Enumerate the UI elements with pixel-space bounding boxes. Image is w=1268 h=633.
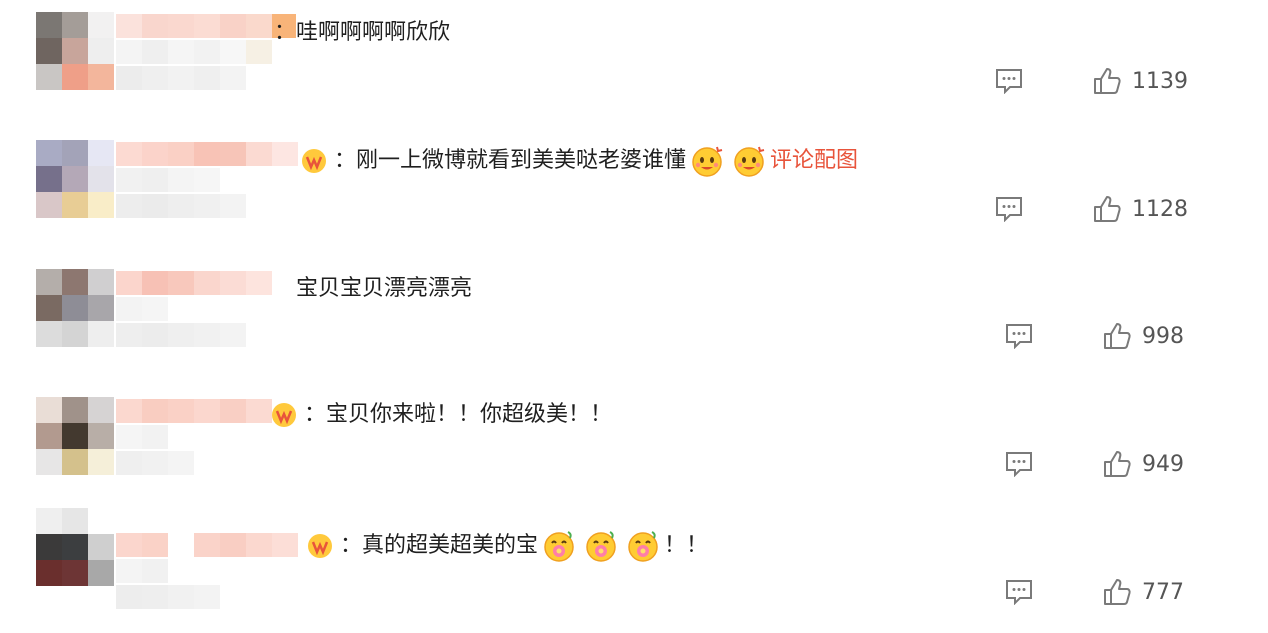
- like-button[interactable]: 1128: [1092, 194, 1188, 224]
- avatar[interactable]: [36, 397, 114, 475]
- comment-text-content: ：刚一上微博就看到美美哒老婆谁懂: [334, 148, 687, 173]
- avatar[interactable]: [36, 140, 114, 218]
- comment-actions: 1139: [968, 66, 1268, 98]
- comment-item: ：哇啊啊啊啊欣欣 1139: [0, 0, 1268, 128]
- thumbs-up-icon: [1104, 451, 1131, 477]
- comment-text: ：宝贝你来啦！！你超级美！！: [270, 401, 612, 429]
- meta-blurred: [116, 559, 168, 583]
- comment-text: ：真的超美超美的宝 ！！: [306, 529, 708, 563]
- reply-button[interactable]: [1004, 579, 1034, 606]
- comment-text-content: ：宝贝你来啦！！你超级美！！: [304, 402, 613, 427]
- thumbs-up-icon: [1094, 68, 1121, 94]
- thumbs-up-icon: [1094, 196, 1121, 222]
- username-blurred[interactable]: [116, 142, 298, 166]
- reply-button[interactable]: [994, 68, 1024, 95]
- username-blurred[interactable]: [116, 399, 272, 423]
- meta-blurred: [116, 297, 168, 321]
- username-blurred[interactable]: [116, 533, 298, 557]
- comment-icon: [1006, 324, 1032, 350]
- like-count: 1139: [1132, 68, 1188, 94]
- comment-icon: [996, 69, 1022, 95]
- comment-actions: 949: [968, 449, 1268, 481]
- comment-actions: 998: [968, 321, 1268, 353]
- comment-actions: 777: [968, 577, 1268, 609]
- comment-icon: [1006, 580, 1032, 606]
- emoji-icon: [692, 146, 723, 177]
- emoji-icon: [628, 531, 658, 562]
- avatar[interactable]: [36, 269, 114, 347]
- comment-actions: 1128: [968, 194, 1268, 226]
- comment-text-content: ：真的超美超美的宝: [340, 533, 539, 558]
- comment-item: ：刚一上微博就看到美美哒老婆谁懂 评论配图 1128: [0, 128, 1268, 256]
- comment-item: ：宝贝你来啦！！你超级美！！ 949: [0, 385, 1268, 513]
- like-button[interactable]: 777: [1102, 577, 1184, 607]
- like-count: 777: [1142, 579, 1184, 605]
- meta-blurred: [116, 585, 220, 609]
- reply-button[interactable]: [1004, 323, 1034, 350]
- like-count: 1128: [1132, 196, 1188, 222]
- comment-item: 宝贝宝贝漂亮漂亮 998: [0, 257, 1268, 385]
- comment-text: ：哇啊啊啊啊欣欣: [274, 19, 450, 47]
- comment-text-suffix: ！！: [664, 533, 709, 558]
- comment-image-link[interactable]: 评论配图: [770, 148, 858, 173]
- vip-badge-icon: [308, 534, 332, 558]
- like-count: 998: [1142, 323, 1184, 349]
- thumbs-up-icon: [1104, 579, 1131, 605]
- meta-blurred: [116, 66, 246, 90]
- thumbs-up-icon: [1104, 323, 1131, 349]
- like-button[interactable]: 949: [1102, 449, 1184, 479]
- emoji-icon: [586, 531, 616, 562]
- meta-blurred: [116, 168, 220, 192]
- avatar[interactable]: [36, 12, 114, 90]
- meta-blurred: [116, 323, 246, 347]
- comment-icon: [1006, 452, 1032, 478]
- vip-badge-icon: [272, 403, 296, 427]
- comment-text-content: ：哇啊啊啊啊欣欣: [274, 20, 451, 45]
- reply-button[interactable]: [1004, 451, 1034, 478]
- like-button[interactable]: 998: [1102, 321, 1184, 351]
- reply-button[interactable]: [994, 196, 1024, 223]
- comment-text: ：刚一上微博就看到美美哒老婆谁懂 评论配图: [300, 144, 858, 178]
- meta-blurred: [116, 40, 272, 64]
- like-count: 949: [1142, 451, 1184, 477]
- avatar[interactable]: [36, 508, 114, 586]
- comment-text-content: 宝贝宝贝漂亮漂亮: [296, 276, 473, 301]
- comment-text: 宝贝宝贝漂亮漂亮: [296, 275, 472, 303]
- comment-item: ：真的超美超美的宝 ！！ 777: [0, 505, 1268, 633]
- meta-blurred: [116, 425, 168, 449]
- username-blurred[interactable]: [116, 14, 296, 38]
- comment-icon: [996, 197, 1022, 223]
- meta-blurred: [116, 451, 194, 475]
- username-blurred[interactable]: [116, 271, 272, 295]
- like-button[interactable]: 1139: [1092, 66, 1188, 96]
- meta-blurred: [116, 194, 246, 218]
- emoji-icon: [544, 531, 574, 562]
- vip-badge-icon: [302, 149, 326, 173]
- emoji-icon: [734, 146, 765, 177]
